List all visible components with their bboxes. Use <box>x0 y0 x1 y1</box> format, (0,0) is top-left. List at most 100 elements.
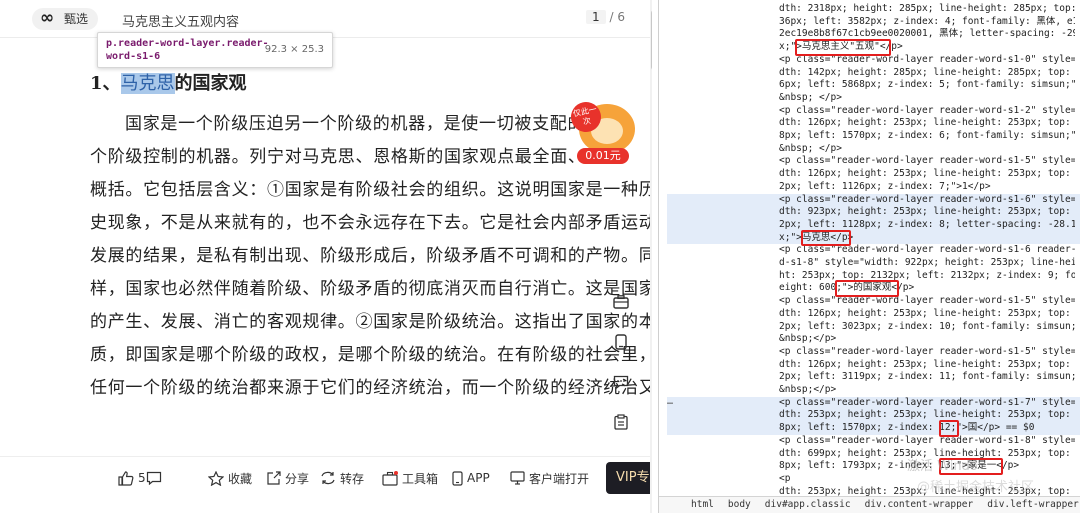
annotation-box <box>939 420 959 437</box>
toolbox-label: 工具箱 <box>402 471 439 486</box>
dom-node-line[interactable]: dth: 126px; height: 253px; line-height: … <box>779 308 1075 321</box>
comment-button[interactable] <box>146 470 162 486</box>
text-line: 概括。它包括层含义：①国家是有阶级社会的组织。这说明国家是一种历 <box>90 180 650 200</box>
dom-tree[interactable]: dth: 2318px; height: 285px; line-height:… <box>659 0 1080 496</box>
dom-node-line[interactable]: <p class="reader-word-layer reader-word-… <box>779 244 1075 257</box>
dom-node-line[interactable]: <p class="reader-word-layer reader-word-… <box>779 105 1075 118</box>
dom-node-line[interactable]: <p class="reader-word-layer reader-word-… <box>779 194 1075 207</box>
like-count: 5 <box>138 471 146 485</box>
select-mode-button[interactable]: ∞ 甄选 <box>32 8 98 30</box>
devtools-panel: dth: 2318px; height: 285px; line-height:… <box>658 0 1080 513</box>
dom-node-line[interactable]: 2px; left: 1126px; z-index: 7;">1</p> <box>779 181 1075 194</box>
promo-badge[interactable]: 仅此一次 0.01元 <box>568 99 643 168</box>
dom-node-line[interactable]: &nbsp;</p> <box>779 384 1075 397</box>
annotation-box <box>795 39 891 56</box>
dom-breadcrumb: html body div#app.classic div.content-wrapp… <box>659 496 1080 513</box>
share-button[interactable]: 分享 <box>266 470 309 486</box>
transfer-icon <box>321 471 335 485</box>
breadcrumb-item[interactable]: body <box>728 499 751 510</box>
scrollbar-thumb[interactable] <box>651 10 652 70</box>
select-mode-label: 甄选 <box>64 12 89 26</box>
collect-label: 收藏 <box>228 471 253 486</box>
document-title: 马克思主义五观内容 <box>122 15 240 30</box>
breadcrumb-item[interactable]: div#app.classic <box>765 499 851 510</box>
dom-node-line[interactable]: &nbsp;</p> <box>779 333 1075 346</box>
dom-node-line[interactable]: ht: 253px; top: 2132px; left: 2132px; z-… <box>779 270 1075 283</box>
toolbox-icon <box>382 470 398 486</box>
dom-node-line[interactable]: dth: 923px; height: 253px; line-height: … <box>779 206 1075 219</box>
dom-node-line[interactable]: 36px; left: 3582px; z-index: 4; font-fam… <box>779 16 1075 29</box>
vip-button[interactable]: VIP专 <box>606 462 652 494</box>
text-line: 国家是一个阶级压迫另一个阶级的机器，是使一切被支配的 <box>125 114 586 134</box>
dom-node-line[interactable]: eight: 600;">的国家观</p> <box>779 282 1075 295</box>
text-line: 的产生、发展、消亡的客观规律。②国家是阶级统治。这指出了国家的本 <box>90 312 650 332</box>
heading-rest: 的国家观 <box>174 73 247 94</box>
text-line: 史现象，不是从来就有的，也不会永远存在下去。它是社会内部矛盾运动 <box>90 213 650 233</box>
collect-button[interactable]: 收藏 <box>208 470 252 486</box>
save-button[interactable]: 转存 <box>320 470 364 486</box>
page-total: / 6 <box>609 10 625 24</box>
client-open-label: 客户端打开 <box>529 471 590 486</box>
promo-price: 0.01元 <box>577 148 629 164</box>
body-text: 国家是一个阶级压迫另一个阶级的机器，是使一切被支配的 个阶级控制的机器。列宁对马… <box>90 108 650 405</box>
breadcrumb-item[interactable]: div.content-wrapper <box>865 499 974 510</box>
heading-highlight[interactable]: 马克思 <box>120 73 175 94</box>
dom-node-line[interactable]: 2px; left: 3119px; z-index: 11; font-fam… <box>779 371 1075 384</box>
dom-node-line[interactable]: dth: 126px; height: 253px; line-height: … <box>779 359 1075 372</box>
dom-node-line[interactable]: <p class="reader-word-layer reader-word-… <box>779 295 1075 308</box>
save-label: 转存 <box>340 471 365 486</box>
comment-bubble-icon <box>146 471 162 485</box>
thumbs-up-icon <box>118 470 134 486</box>
mobile-app-icon <box>452 470 463 486</box>
client-open-button[interactable]: 客户端打开 <box>510 470 589 486</box>
comment-icon[interactable] <box>606 368 636 396</box>
share-label: 分享 <box>285 471 310 486</box>
monitor-icon <box>510 471 525 485</box>
dom-node-line[interactable]: <p class="reader-word-layer reader-word-… <box>779 397 1075 410</box>
dom-node-line[interactable]: 2px; left: 3023px; z-index: 10; font-fam… <box>779 321 1075 334</box>
like-button[interactable]: 5 <box>118 470 146 486</box>
dom-node-line[interactable]: &nbsp; </p> <box>779 92 1075 105</box>
clipboard-icon[interactable] <box>606 408 636 436</box>
share-icon <box>267 471 281 485</box>
dom-node-line[interactable]: dth: 126px; height: 253px; line-height: … <box>779 117 1075 130</box>
node-actions-ellipsis[interactable]: … <box>667 396 673 407</box>
briefcase-icon[interactable] <box>606 288 636 316</box>
dom-node-line[interactable]: dth: 142px; height: 285px; line-height: … <box>779 67 1075 80</box>
text-line: 质，即国家是哪个阶级的政权，是哪个阶级的统治。在有阶级的社会里， <box>90 345 650 365</box>
mobile-icon[interactable] <box>606 328 636 356</box>
section-heading: 1、马克思的国家观 <box>90 70 247 98</box>
app-label: APP <box>467 471 490 485</box>
dom-node-line[interactable]: d-s1-8" style="width: 922px; height: 253… <box>779 257 1075 270</box>
text-line: 个阶级控制的机器。列宁对马克思、恩格斯的国家观点最全面、最 <box>90 147 604 167</box>
document-viewer: ∞ 甄选 马克思主义五观内容 1 / 6 p.reader-word-layer… <box>0 0 652 513</box>
dom-node-line[interactable]: 6px; left: 5868px; z-index: 5; font-fami… <box>779 79 1075 92</box>
page-indicator: 1 / 6 <box>586 10 625 24</box>
text-line: 发展的结果，是私有制出现、阶级形成后，阶级矛盾不可调和的产物。同 <box>90 246 650 266</box>
tooltip-selector: p.reader-word-layer.reader-word-s1-6 <box>106 38 269 62</box>
breadcrumb-item[interactable]: div.left-wrapper.zoom-scale <box>987 499 1080 510</box>
inspect-tooltip: p.reader-word-layer.reader-word-s1-6 92.… <box>97 32 333 68</box>
dom-node-line[interactable]: dth: 126px; height: 253px; line-height: … <box>779 168 1075 181</box>
annotation-box <box>801 229 851 247</box>
viewer-scrollbar[interactable] <box>650 0 652 513</box>
star-icon <box>208 470 224 486</box>
heading-number: 1、 <box>90 73 121 94</box>
bottom-toolbar: 5 收藏 分享 转存 工具箱 APP 客户端打开 VIP专 <box>0 456 652 498</box>
dom-node-line[interactable]: dth: 253px; height: 253px; line-height: … <box>779 409 1075 422</box>
breadcrumb-item[interactable]: html <box>691 499 714 510</box>
toolbox-button[interactable]: 工具箱 <box>382 470 438 486</box>
tooltip-size: 92.3 × 25.3 <box>264 44 324 55</box>
text-line: 任何一个阶级的统治都来源于它们的经济统治，而一个阶级的经济统治又 <box>90 378 650 398</box>
text-line: 样，国家也必然伴随着阶级、阶级矛盾的彻底消灭而自行消亡。这是国家 <box>90 279 650 299</box>
dom-node-line[interactable]: 8px; left: 1570px; z-index: 6; font-fami… <box>779 130 1075 143</box>
dom-node-line[interactable]: 8px; left: 1570px; z-index: 12;">国</p> =… <box>779 422 1075 435</box>
dom-node-line[interactable]: <p class="reader-word-layer reader-word-… <box>779 435 1075 448</box>
dom-node-line[interactable]: &nbsp; </p> <box>779 143 1075 156</box>
page-current-input[interactable]: 1 <box>586 10 606 24</box>
dom-node-line[interactable]: dth: 2318px; height: 285px; line-height:… <box>779 3 1075 16</box>
windows-activation-watermark: 激活 Windo <box>907 459 978 474</box>
app-button[interactable]: APP <box>452 470 490 486</box>
dom-node-line[interactable]: <p class="reader-word-layer reader-word-… <box>779 155 1075 168</box>
dom-node-line[interactable]: <p class="reader-word-layer reader-word-… <box>779 346 1075 359</box>
